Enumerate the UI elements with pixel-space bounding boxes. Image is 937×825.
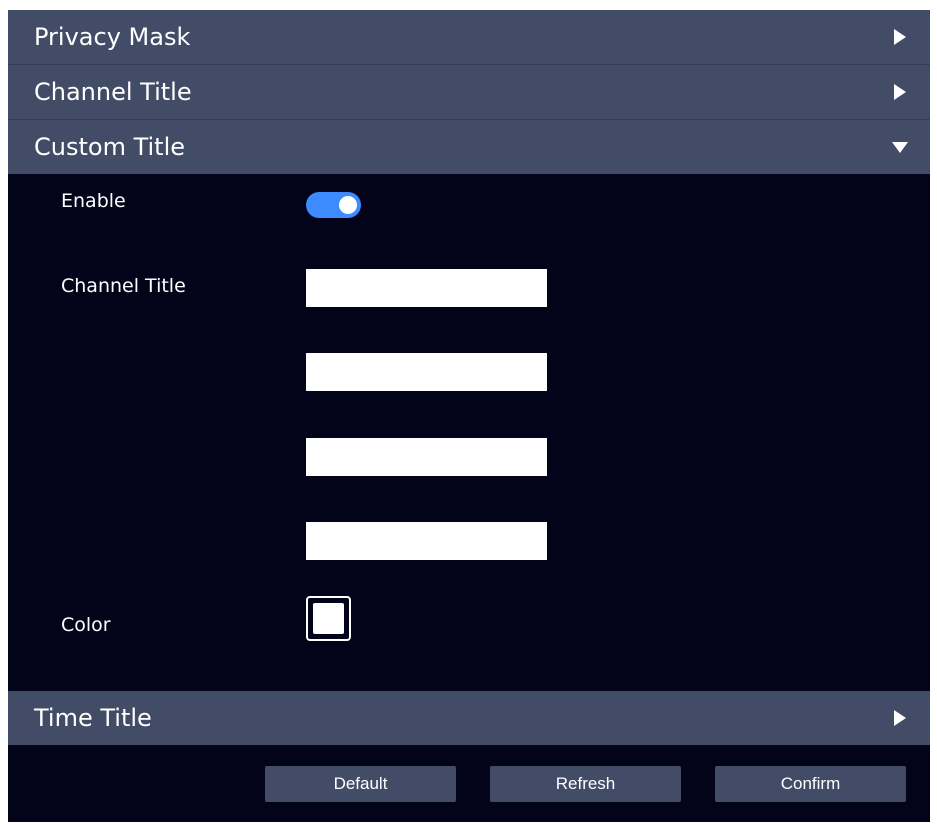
section-time-title[interactable]: Time Title <box>8 691 930 745</box>
triangle-right-icon <box>892 29 908 45</box>
color-picker[interactable] <box>306 596 351 641</box>
channel-title-input-4[interactable] <box>306 522 547 560</box>
channel-title-input-1[interactable] <box>306 269 547 307</box>
section-title: Channel Title <box>34 78 192 106</box>
enable-label: Enable <box>61 190 126 212</box>
section-channel-title[interactable]: Channel Title <box>8 65 930 119</box>
triangle-right-icon <box>892 84 908 100</box>
channel-title-label: Channel Title <box>61 275 186 297</box>
color-swatch-fill <box>313 603 344 634</box>
channel-title-input-2[interactable] <box>306 353 547 391</box>
color-label: Color <box>61 614 111 636</box>
default-button[interactable]: Default <box>265 766 456 802</box>
toggle-knob <box>339 196 357 214</box>
confirm-button[interactable]: Confirm <box>715 766 906 802</box>
section-title: Time Title <box>34 704 152 732</box>
channel-title-input-3[interactable] <box>306 438 547 476</box>
triangle-right-icon <box>892 710 908 726</box>
section-title: Custom Title <box>34 133 186 161</box>
section-privacy-mask[interactable]: Privacy Mask <box>8 10 930 64</box>
section-title: Privacy Mask <box>34 23 191 51</box>
enable-toggle[interactable] <box>306 192 361 218</box>
section-custom-title[interactable]: Custom Title <box>8 120 930 174</box>
triangle-down-icon <box>892 139 908 155</box>
settings-panel: Privacy Mask Channel Title Custom Title … <box>8 10 930 822</box>
refresh-button[interactable]: Refresh <box>490 766 681 802</box>
